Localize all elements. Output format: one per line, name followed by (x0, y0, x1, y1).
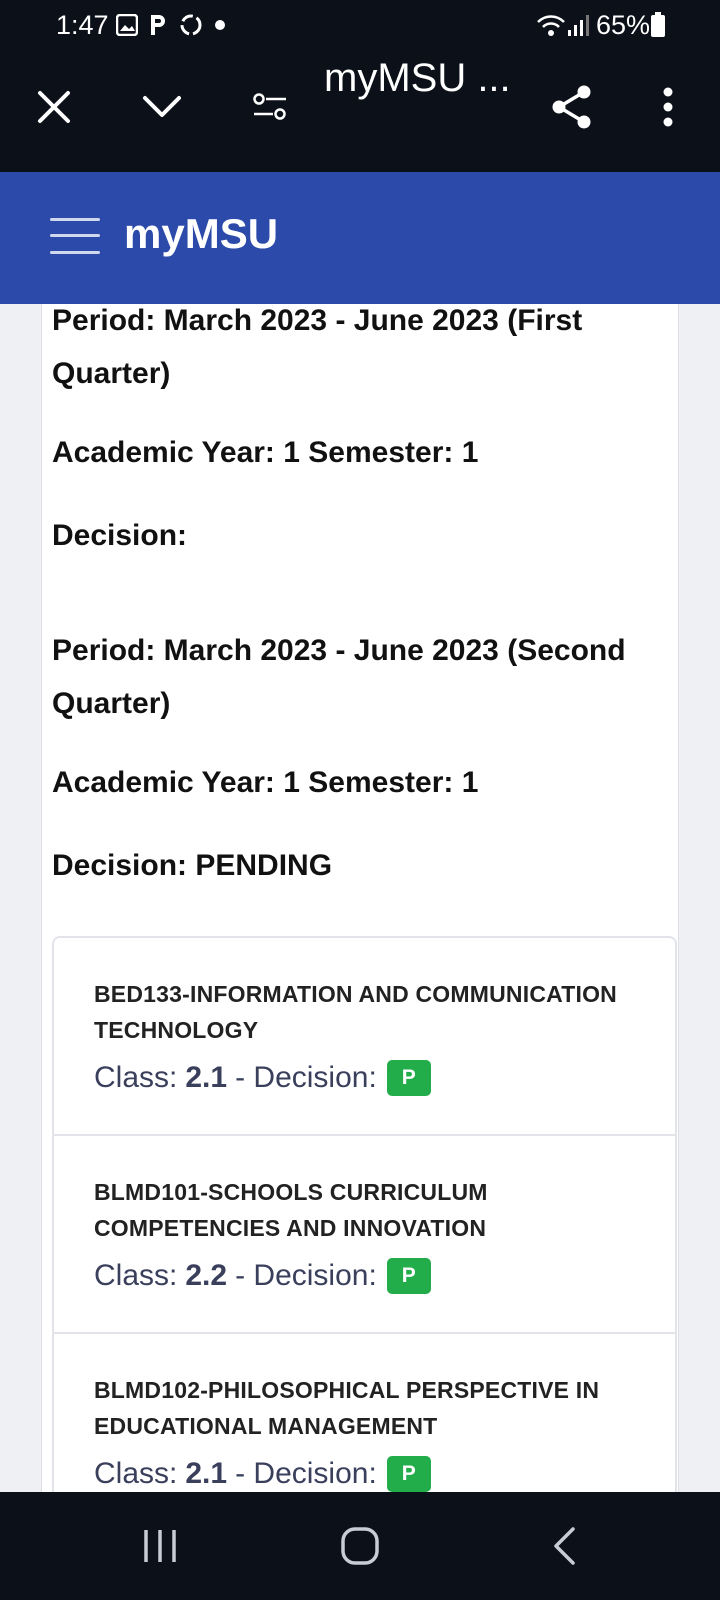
course-list: BED133-INFORMATION AND COMMUNICATION TEC… (52, 936, 677, 1492)
battery-icon (651, 12, 665, 37)
status-badge: P (386, 1258, 431, 1294)
recents-button[interactable] (100, 1492, 220, 1600)
page-settings-button[interactable] (230, 52, 310, 162)
decision-label: - Decision: (235, 1259, 377, 1292)
back-button[interactable] (504, 1492, 624, 1600)
system-nav-bar (0, 1492, 720, 1600)
course-name: BLMD102-PHILOSOPHICAL PERSPECTIVE IN EDU… (94, 1377, 600, 1439)
status-time: 1:47 (56, 10, 109, 40)
battery-percent: 65% (596, 10, 651, 40)
menu-icon-bar (50, 218, 100, 221)
menu-icon-bar (50, 251, 100, 254)
period-second: Period: March 2023 - June 2023 (Second Q… (52, 634, 626, 720)
gallery-icon (116, 14, 138, 36)
course-meta: Class: 2.1 - Decision: P (94, 1456, 655, 1492)
close-button[interactable] (14, 52, 94, 162)
decision-label: - Decision: (235, 1457, 377, 1490)
notification-icons (116, 12, 226, 38)
share-icon (552, 85, 591, 129)
share-button[interactable] (532, 52, 612, 162)
status-badge: P (386, 1060, 431, 1096)
year-semester-second: Academic Year: 1 Semester: 1 (52, 766, 479, 799)
class-label: Class: (94, 1457, 178, 1490)
minimize-button[interactable] (122, 52, 202, 162)
list-item[interactable]: BLMD101-SCHOOLS CURRICULUM COMPETENCIES … (54, 1136, 675, 1334)
app-title[interactable]: myMSU (124, 210, 278, 258)
recents-icon (144, 1530, 176, 1562)
year-semester-first: Academic Year: 1 Semester: 1 (52, 436, 479, 469)
list-item[interactable]: BED133-INFORMATION AND COMMUNICATION TEC… (54, 938, 675, 1136)
more-vert-icon (663, 87, 673, 127)
home-button[interactable] (300, 1492, 420, 1600)
course-meta: Class: 2.1 - Decision: P (94, 1060, 655, 1096)
class-label: Class: (94, 1061, 178, 1094)
home-icon (341, 1527, 379, 1565)
browser-toolbar: myMSU ... (0, 52, 720, 172)
course-name: BLMD101-SCHOOLS CURRICULUM COMPETENCIES … (94, 1179, 488, 1241)
decision-label: - Decision: (235, 1061, 377, 1094)
decision-second: Decision: PENDING (52, 849, 333, 882)
class-value: 2.2 (185, 1259, 228, 1292)
course-meta: Class: 2.2 - Decision: P (94, 1258, 655, 1294)
signal-icon (568, 15, 589, 36)
status-badge: P (386, 1456, 431, 1492)
menu-icon-bar (50, 234, 100, 237)
tune-icon (253, 93, 286, 120)
decision-first: Decision: (52, 519, 188, 552)
period-first: Period: March 2023 - June 2023 (First Qu… (52, 304, 583, 390)
dot-icon (215, 20, 225, 30)
list-item[interactable]: BLMD102-PHILOSOPHICAL PERSPECTIVE IN EDU… (54, 1334, 675, 1492)
status-bar: 1:47 65% (0, 0, 720, 52)
parking-icon (151, 15, 165, 35)
more-options-button[interactable] (628, 52, 708, 162)
results-panel: Period: March 2023 - June 2023 (First Qu… (41, 304, 679, 1492)
menu-button[interactable] (50, 218, 100, 254)
sync-icon (180, 14, 202, 36)
chevron-down-icon (143, 96, 181, 117)
back-icon (554, 1527, 575, 1565)
class-value: 2.1 (185, 1061, 228, 1094)
close-icon (38, 91, 70, 123)
browser-title: myMSU ... (324, 56, 511, 100)
course-name: BED133-INFORMATION AND COMMUNICATION TEC… (94, 981, 617, 1043)
wifi-icon (537, 15, 565, 36)
class-label: Class: (94, 1259, 178, 1292)
class-value: 2.1 (185, 1457, 228, 1490)
app-header: myMSU (0, 172, 720, 304)
